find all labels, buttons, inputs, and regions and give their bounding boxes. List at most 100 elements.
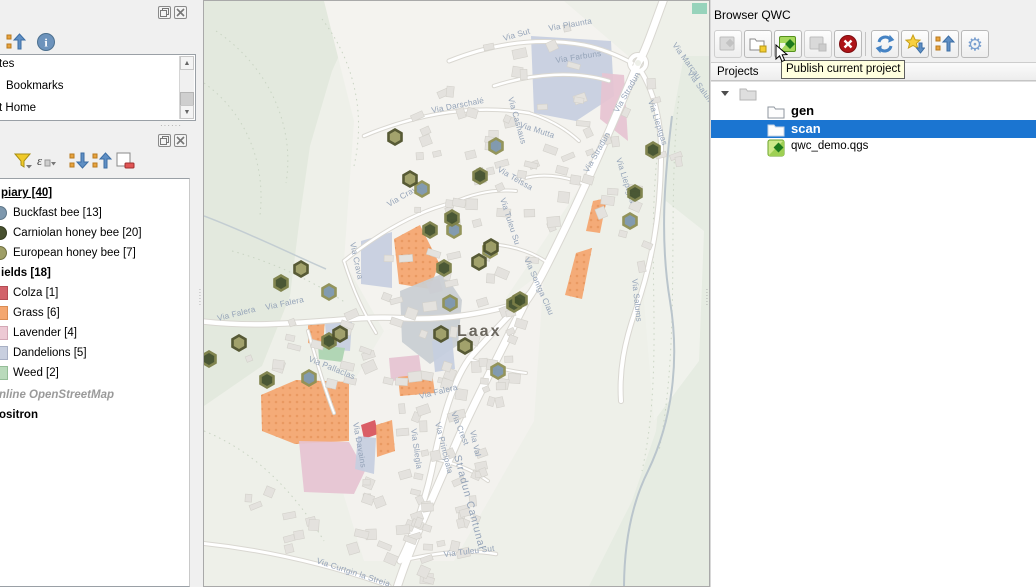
legend-item[interactable]: Weed [2] xyxy=(0,364,189,384)
expander-icon[interactable] xyxy=(721,91,729,96)
tree-label: qwc_demo.qgs xyxy=(791,140,868,152)
place-label-laax: Laax xyxy=(457,323,501,340)
qgis-project-icon xyxy=(766,138,786,156)
legend-symbol xyxy=(0,226,7,240)
settings-button[interactable]: ⚙ xyxy=(961,30,989,58)
legend-label: Weed [2] xyxy=(13,367,59,379)
collapse-all-button[interactable] xyxy=(931,30,959,58)
legend-item[interactable]: piary [40] xyxy=(0,184,189,204)
legend-item[interactable]: Colza [1] xyxy=(0,284,189,304)
browser-tree-list: tes Bookmarks t Home ▲ ▼ xyxy=(0,54,196,121)
buckfast-bee-marker xyxy=(303,371,316,386)
collapse-all-icon[interactable] xyxy=(6,32,26,52)
tree-row-gen[interactable]: gen xyxy=(711,102,1036,120)
browser-item[interactable]: tes xyxy=(0,58,14,70)
browser-scrollbar[interactable]: ▲ ▼ xyxy=(179,56,194,119)
add-favorite-button[interactable] xyxy=(901,30,929,58)
tree-row-scan[interactable]: scan xyxy=(711,120,1036,138)
legend-label: Lavender [4] xyxy=(13,327,77,339)
new-folder-button[interactable] xyxy=(744,30,772,58)
legend-item[interactable]: ields [18] xyxy=(0,264,189,284)
browser-item[interactable]: Bookmarks xyxy=(6,80,64,92)
refresh-button[interactable] xyxy=(871,30,899,58)
legend-label: ositron xyxy=(0,409,38,421)
legend-symbol xyxy=(0,286,8,300)
delete-project-button[interactable] xyxy=(834,30,862,58)
legend-item[interactable]: Dandelions [5] xyxy=(0,344,189,364)
folder-icon xyxy=(766,102,786,120)
layers-panel-float-button[interactable] xyxy=(158,134,171,147)
field-teal xyxy=(692,3,707,14)
legend-label: Carniolan honey bee [20] xyxy=(13,227,142,239)
browser-item[interactable]: t Home xyxy=(0,102,36,114)
legend-item[interactable]: nline OpenStreetMap xyxy=(0,386,189,406)
european-bee-marker xyxy=(334,327,347,342)
svg-text:⚙: ⚙ xyxy=(967,35,983,55)
european-bee-marker xyxy=(459,339,472,354)
filter-expression-icon[interactable]: ε xyxy=(36,151,58,171)
legend-symbol xyxy=(0,366,8,380)
map-image: Via SutVia PlauntaVia FarbunsVia Darscha… xyxy=(204,1,709,586)
legend-item[interactable]: ositron xyxy=(0,406,189,426)
collapse-all-icon[interactable] xyxy=(92,151,114,171)
browser-panel-close-button[interactable] xyxy=(174,6,187,19)
publish-project-button[interactable] xyxy=(714,30,742,58)
legend-symbol xyxy=(0,206,7,220)
legend-item[interactable]: Lavender [4] xyxy=(0,324,189,344)
buckfast-bee-marker xyxy=(444,296,457,311)
buckfast-bee-marker xyxy=(624,214,637,229)
carniolan-bee-marker xyxy=(424,223,437,238)
carniolan-bee-marker xyxy=(514,293,527,308)
buckfast-bee-marker xyxy=(492,364,505,379)
tree-label: gen xyxy=(791,103,814,118)
projects-tree: gen scan qwc_demo.qgs xyxy=(711,81,1036,587)
legend-symbol xyxy=(0,246,7,260)
european-bee-marker xyxy=(233,336,246,351)
legend-label: Colza [1] xyxy=(13,287,58,299)
legend-symbol xyxy=(0,306,8,320)
layers-legend: piary [40] Buckfast bee [13] Carniolan hon… xyxy=(0,178,190,587)
toolbar-separator xyxy=(865,32,866,56)
legend-item[interactable]: Carniolan honey bee [20] xyxy=(0,224,189,244)
tree-row-root[interactable] xyxy=(711,84,1036,102)
tree-row-qwc_demo.qgs[interactable]: qwc_demo.qgs xyxy=(711,138,1036,156)
remove-layer-icon[interactable] xyxy=(115,151,137,171)
legend-symbol xyxy=(0,326,8,340)
carniolan-bee-marker xyxy=(647,143,660,158)
legend-label: Dandelions [5] xyxy=(13,347,87,359)
scroll-up-button[interactable]: ▲ xyxy=(180,56,194,70)
legend-item[interactable]: Buckfast bee [13] xyxy=(0,204,189,224)
european-bee-marker xyxy=(485,240,498,255)
legend-label: ields [18] xyxy=(1,267,51,279)
browser-panel: i tesBookmarkst Home ▲ ▼ ······ xyxy=(0,0,196,127)
browser-qwc-panel: Browser QWC ⚙ Projects gen scan qwc_demo.q… xyxy=(710,0,1036,587)
carniolan-bee-marker xyxy=(275,276,288,291)
european-bee-marker xyxy=(473,255,486,270)
map-canvas[interactable]: Via SutVia PlauntaVia FarbunsVia Darscha… xyxy=(203,0,710,587)
svg-text:ε: ε xyxy=(37,153,43,168)
panel-title: Browser QWC xyxy=(714,8,791,22)
legend-symbol xyxy=(0,346,8,360)
properties-info-icon[interactable]: i xyxy=(36,32,56,52)
projects-header-label: Projects xyxy=(717,66,759,78)
layers-panel-close-button[interactable] xyxy=(174,134,187,147)
layers-panel: ε piary [40] Buckfast bee [13] Carniolan h… xyxy=(0,127,196,587)
carniolan-bee-marker xyxy=(474,169,487,184)
filter-legend-icon[interactable] xyxy=(13,151,35,171)
expand-all-icon[interactable] xyxy=(69,151,91,171)
buckfast-bee-marker xyxy=(490,139,503,154)
carniolan-bee-marker xyxy=(629,186,642,201)
tree-label: scan xyxy=(791,121,821,136)
european-bee-marker xyxy=(389,130,402,145)
update-project-button[interactable] xyxy=(804,30,832,58)
legend-label: piary [40] xyxy=(1,187,52,199)
european-bee-marker xyxy=(435,327,448,342)
legend-item[interactable]: European honey bee [7] xyxy=(0,244,189,264)
browser-panel-float-button[interactable] xyxy=(158,6,171,19)
scroll-down-button[interactable]: ▼ xyxy=(180,105,194,119)
legend-item[interactable]: Grass [6] xyxy=(0,304,189,324)
carniolan-bee-marker xyxy=(438,261,451,276)
legend-label: nline OpenStreetMap xyxy=(0,389,114,401)
mouse-cursor xyxy=(775,44,788,63)
tooltip: Publish current project xyxy=(781,60,905,79)
